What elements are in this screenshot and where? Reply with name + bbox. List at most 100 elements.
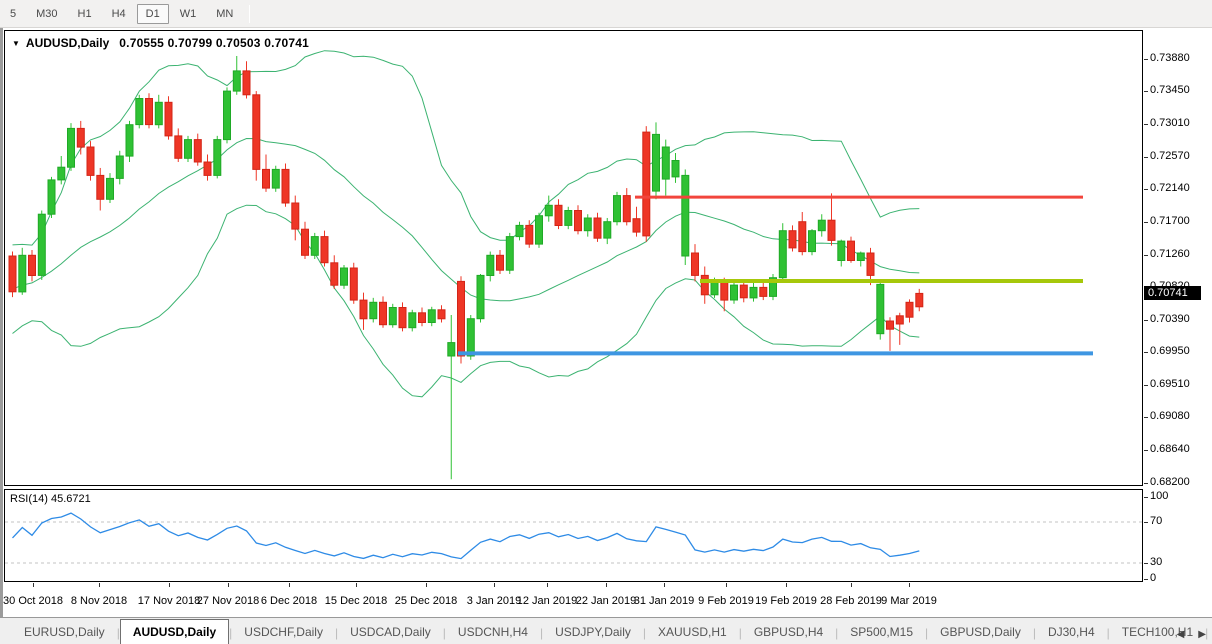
rsi-axis-label: 30 (1150, 556, 1162, 568)
candle-bearish (282, 163, 289, 206)
candle-body (848, 241, 855, 260)
price-axis-tick (1144, 222, 1148, 223)
candle-body (185, 140, 192, 159)
candle-body (428, 310, 435, 323)
timeframe-5[interactable]: 5 (1, 4, 25, 24)
timeframe-toolbar: 5M30H1H4D1W1MN (0, 0, 1212, 28)
candle-body (643, 132, 650, 236)
price-pane-border (5, 31, 1143, 486)
tab-usdjpy-daily[interactable]: USDJPY,Daily (543, 621, 643, 644)
tab-usdcad-daily[interactable]: USDCAD,Daily (338, 621, 443, 644)
candle-body (575, 211, 582, 231)
candle-bearish (146, 93, 153, 128)
date-axis-label: 17 Nov 2018 (138, 595, 200, 607)
timeframe-bar: 5M30H1H4D1W1MN (0, 4, 243, 24)
candle-body (438, 310, 445, 319)
timeframe-w1[interactable]: W1 (171, 4, 206, 24)
candle-body (302, 229, 309, 255)
candle-body (77, 128, 84, 147)
date-axis-label: 9 Feb 2019 (698, 595, 754, 607)
chart-collapse-icon[interactable]: ▼ (12, 39, 20, 48)
timeframe-m30[interactable]: M30 (27, 4, 66, 24)
tab-list: EURUSD,Daily|AUDUSD,Daily|USDCHF,Daily|U… (12, 619, 1212, 644)
tab-scroll-left-icon[interactable]: ◀ (1177, 629, 1185, 640)
candle-body (321, 237, 328, 263)
candle-body (692, 253, 699, 275)
date-axis-tick (494, 583, 495, 587)
date-axis-label: 6 Dec 2018 (261, 595, 317, 607)
chart-title: ▼ AUDUSD,Daily 0.70555 0.70799 0.70503 0… (12, 36, 309, 50)
tab-gbpusd-daily[interactable]: GBPUSD,Daily (928, 621, 1033, 644)
rsi-indicator-pane[interactable] (4, 489, 1143, 582)
candle-bullish (136, 95, 143, 129)
candle-bearish (458, 276, 465, 363)
date-axis-label: 31 Jan 2019 (634, 595, 695, 607)
tab-usdchf-daily[interactable]: USDCHF,Daily (232, 621, 335, 644)
tab-dj30-h4[interactable]: DJ30,H4 (1036, 621, 1107, 644)
date-axis-tick (228, 583, 229, 587)
candle-body (760, 287, 767, 296)
candle-body (828, 220, 835, 240)
candle-body (838, 241, 845, 260)
price-axis-label: 0.72570 (1150, 150, 1190, 162)
tab-gbpusd-h4[interactable]: GBPUSD,H4 (742, 621, 835, 644)
tab-eurusd-daily[interactable]: EURUSD,Daily (12, 621, 117, 644)
candle-body (731, 285, 738, 300)
candle-bullish (126, 121, 133, 162)
tab-audusd-daily[interactable]: AUDUSD,Daily (120, 619, 229, 644)
candle-bullish (770, 274, 777, 300)
tab-xauusd-h1[interactable]: XAUUSD,H1 (646, 621, 739, 644)
timeframe-h1[interactable]: H1 (69, 4, 101, 24)
price-axis-tick (1144, 124, 1148, 125)
tab-usdcnh-h4[interactable]: USDCNH,H4 (446, 621, 540, 644)
candle-bullish (68, 123, 75, 171)
candle-body (87, 147, 94, 175)
date-axis-label: 15 Dec 2018 (325, 595, 387, 607)
current-price-tag: 0.70741 (1144, 286, 1201, 300)
tab-ukc[interactable]: UKC (1208, 621, 1212, 644)
price-axis-label: 0.73880 (1150, 52, 1190, 64)
price-chart-pane[interactable] (4, 30, 1143, 486)
date-axis-label: 19 Feb 2019 (755, 595, 817, 607)
date-axis-tick (99, 583, 100, 587)
price-axis-tick (1144, 255, 1148, 256)
candle-bullish (341, 265, 348, 289)
candle-body (233, 71, 240, 91)
candle-body (536, 216, 543, 244)
rsi-axis-tick (1144, 563, 1148, 564)
price-axis-tick (1144, 483, 1148, 484)
candle-bullish (19, 248, 26, 295)
tab-scroll-right-icon[interactable]: ▶ (1198, 629, 1206, 640)
candle-bullish (477, 274, 484, 323)
candle-bullish (311, 233, 318, 259)
timeframe-h4[interactable]: H4 (103, 4, 135, 24)
candle-bullish (389, 304, 396, 328)
candle-bullish (185, 136, 192, 162)
candle-body (155, 102, 162, 124)
date-axis-tick (664, 583, 665, 587)
price-axis-tick (1144, 352, 1148, 353)
candle-bullish (38, 210, 45, 279)
candle-body (409, 313, 416, 328)
chart-window: ▼ AUDUSD,Daily 0.70555 0.70799 0.70503 0… (0, 28, 1212, 644)
candle-bullish (779, 223, 786, 283)
candle-bullish (48, 177, 55, 218)
timeframe-mn[interactable]: MN (207, 4, 242, 24)
candle-body (97, 175, 104, 199)
candle-body (682, 175, 689, 256)
candle-body (711, 281, 718, 294)
tab-sp500-m15[interactable]: SP500,M15 (838, 621, 925, 644)
candle-body (857, 253, 864, 261)
candle-body (867, 253, 874, 275)
rsi-axis-label: 100 (1150, 490, 1168, 502)
candle-body (516, 225, 523, 236)
candle-body (263, 169, 270, 188)
price-axis-label: 0.71700 (1150, 215, 1190, 227)
timeframe-d1[interactable]: D1 (137, 4, 169, 24)
candle-body (331, 263, 338, 285)
date-axis-label: 3 Jan 2019 (467, 595, 521, 607)
price-axis-tick (1144, 91, 1148, 92)
candle-body (662, 147, 669, 179)
price-axis-tick (1144, 157, 1148, 158)
candle-bearish (9, 252, 16, 298)
